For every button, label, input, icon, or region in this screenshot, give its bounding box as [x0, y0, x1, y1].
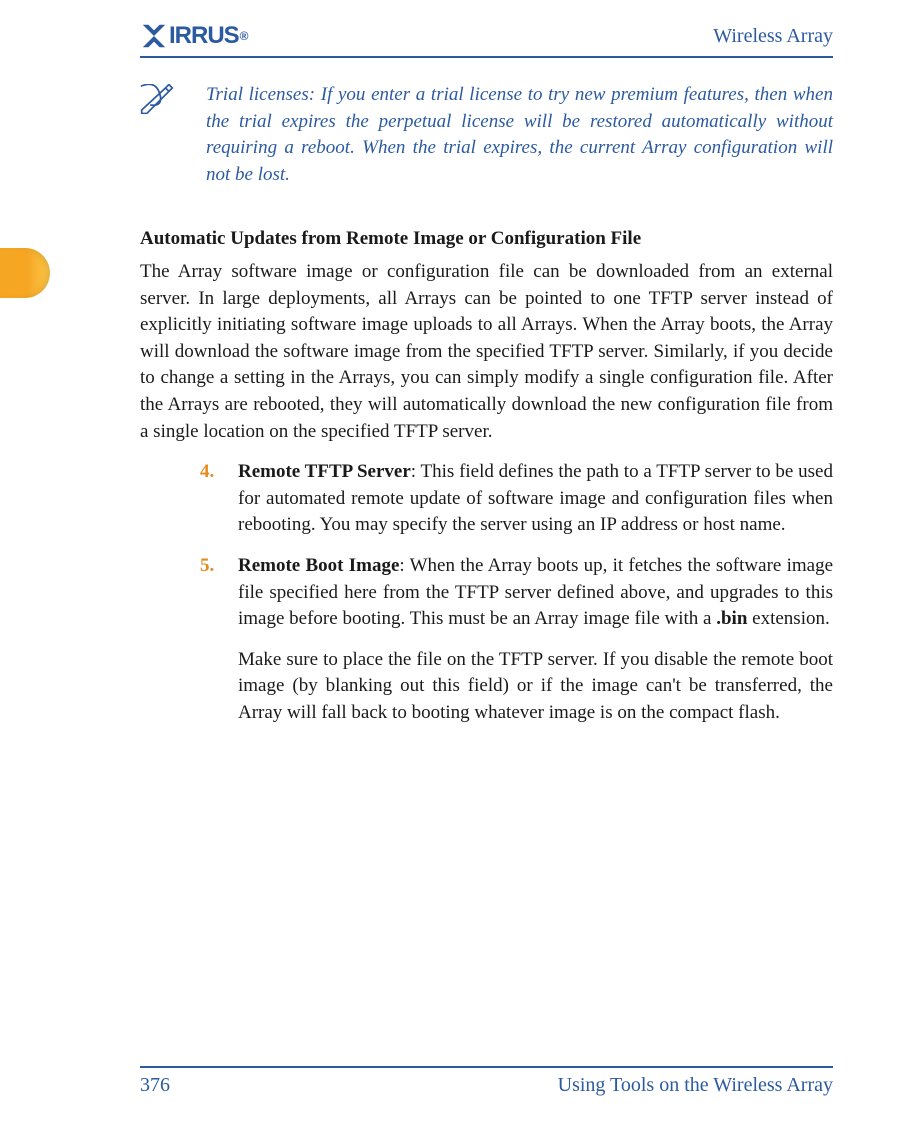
item-title: Remote TFTP Server [238, 461, 411, 482]
list-item: 4. Remote TFTP Server: This field define… [200, 459, 833, 539]
page-content: Trial licenses: If you enter a trial lic… [140, 82, 833, 740]
logo-mark-icon [140, 22, 168, 50]
footer-section-title: Using Tools on the Wireless Array [558, 1074, 833, 1097]
pencil-note-icon [140, 82, 180, 188]
page-footer: 376 Using Tools on the Wireless Array [140, 1066, 833, 1097]
item-continuation: Make sure to place the file on the TFTP … [238, 647, 833, 727]
header-title: Wireless Array [713, 25, 833, 48]
section-heading: Automatic Updates from Remote Image or C… [140, 226, 833, 253]
item-text-bold: .bin [716, 608, 747, 629]
registered-mark: ® [240, 29, 248, 43]
note-text: Trial licenses: If you enter a trial lic… [206, 82, 833, 188]
section-tab-marker [0, 248, 50, 298]
item-number: 4. [200, 459, 220, 539]
list-item: 5. Remote Boot Image: When the Array boo… [200, 553, 833, 727]
item-body: Remote Boot Image: When the Array boots … [238, 553, 833, 727]
brand-name: IRRUS [169, 22, 239, 50]
note-block: Trial licenses: If you enter a trial lic… [140, 82, 833, 188]
item-title: Remote Boot Image [238, 555, 399, 576]
brand-logo: IRRUS® [140, 22, 248, 50]
item-text-post: extension. [747, 608, 829, 629]
page-header: IRRUS® Wireless Array [140, 16, 833, 58]
section-paragraph: The Array software image or configuratio… [140, 259, 833, 445]
item-number: 5. [200, 553, 220, 727]
numbered-list: 4. Remote TFTP Server: This field define… [140, 459, 833, 726]
item-body: Remote TFTP Server: This field defines t… [238, 459, 833, 539]
page-number: 376 [140, 1074, 170, 1097]
